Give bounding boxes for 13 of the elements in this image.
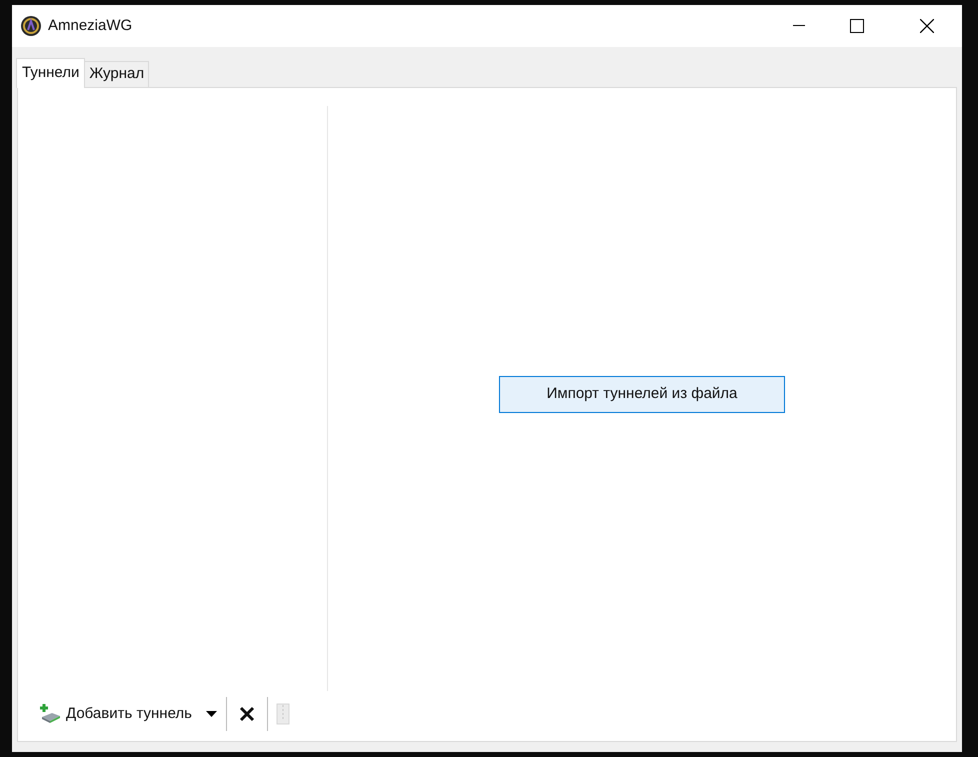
add-tunnel-icon: [38, 703, 62, 725]
close-icon: [920, 19, 934, 33]
window-title: AmneziaWG: [48, 16, 132, 36]
zip-file-icon: [276, 703, 290, 725]
add-tunnel-button[interactable]: Добавить туннель: [38, 702, 192, 726]
tab[interactable]: Туннели: [16, 58, 86, 88]
minimize-icon: [793, 25, 805, 27]
maximize-icon: [850, 19, 864, 33]
tab[interactable]: Журнал: [85, 61, 150, 87]
app-logo-icon: [20, 15, 42, 37]
caret-icon: [206, 711, 218, 717]
import-button[interactable]: Импорт туннелей из файла: [499, 376, 785, 413]
close-icon: [238, 706, 255, 722]
